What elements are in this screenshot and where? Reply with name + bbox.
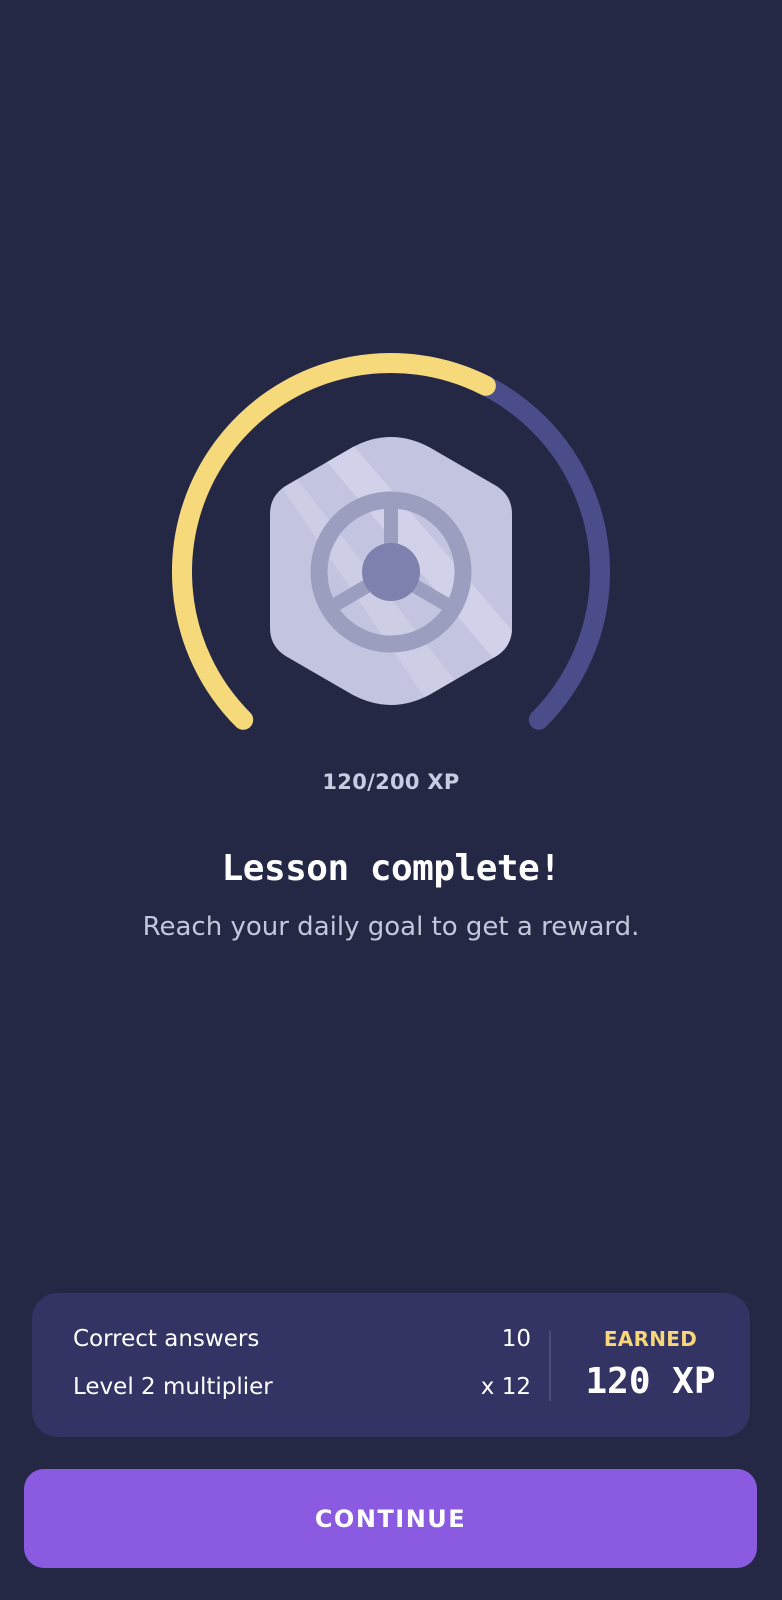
page-subtitle: Reach your daily goal to get a reward.: [142, 912, 640, 942]
xp-summary-card: Correct answers 10 Level 2 multiplier x …: [32, 1293, 750, 1437]
earned-label: EARNED: [603, 1327, 698, 1351]
xp-progress-text: 120/200 XP: [322, 770, 460, 794]
earned-value: 120 XP: [585, 1361, 716, 1402]
continue-button[interactable]: CONTINUE: [24, 1469, 757, 1568]
wheel-hub: [362, 543, 420, 601]
summary-row-value: x 12: [480, 1374, 531, 1400]
steering-wheel-icon: [270, 437, 512, 705]
page-title: Lesson complete!: [221, 848, 561, 889]
summary-row-label: Level 2 multiplier: [73, 1374, 273, 1400]
xp-progress-ring: [171, 353, 610, 730]
earned-block: EARNED 120 XP: [551, 1293, 750, 1437]
summary-row-label: Correct answers: [73, 1326, 260, 1352]
lesson-complete-screen: 120/200 XP Lesson complete! Reach your d…: [0, 0, 782, 1600]
summary-row-value: 10: [501, 1326, 531, 1352]
